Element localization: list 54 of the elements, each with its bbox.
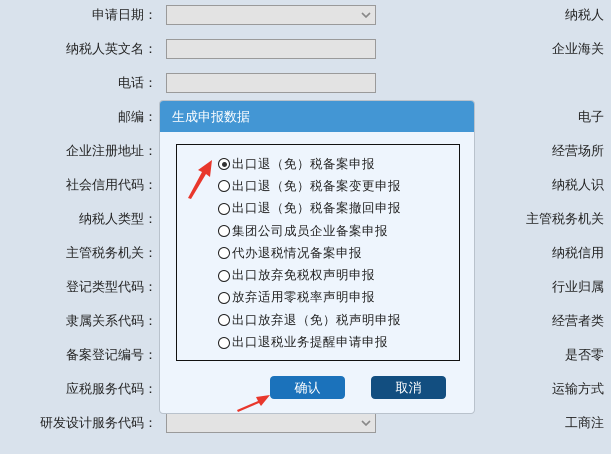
field-label: 登记类型代码： xyxy=(65,279,157,296)
radio-option[interactable]: 出口退（免）税备案申报 xyxy=(218,153,459,176)
field-label: 企业注册地址： xyxy=(65,143,157,160)
dropdown-field[interactable] xyxy=(166,5,376,25)
field-label: 隶属关系代码： xyxy=(65,313,157,330)
field-label: 运输方式 xyxy=(552,381,604,398)
input-field[interactable] xyxy=(166,39,376,59)
field-label: 主管税务机关： xyxy=(65,245,157,262)
radio-button[interactable] xyxy=(218,180,230,192)
field-label: 行业归属 xyxy=(552,279,604,296)
radio-option[interactable]: 集团公司成员企业备案申报 xyxy=(218,220,459,242)
radio-button[interactable] xyxy=(218,292,230,304)
radio-option[interactable]: 出口放弃免税权声明申报 xyxy=(218,264,459,287)
input-field[interactable] xyxy=(166,73,376,93)
pointer-arrow-icon xyxy=(236,392,272,412)
radio-option[interactable]: 放弃适用零税率声明申报 xyxy=(218,286,459,310)
radio-option[interactable]: 代办退税情况备案申报 xyxy=(218,242,459,264)
radio-button[interactable] xyxy=(218,202,230,215)
field-label: 备案登记编号： xyxy=(65,347,157,364)
field-label: 经营场所 xyxy=(552,143,604,160)
radio-button[interactable] xyxy=(218,314,230,326)
field-label: 工商注 xyxy=(565,415,604,432)
field-label: 研发设计服务代码： xyxy=(39,415,157,432)
field-label: 社会信用代码： xyxy=(65,177,157,194)
field-label: 纳税人 xyxy=(565,7,604,24)
radio-button[interactable] xyxy=(218,270,230,282)
field-label: 纳税信用 xyxy=(552,245,604,262)
cancel-button[interactable]: 取消 xyxy=(371,376,446,399)
field-label: 电子 xyxy=(578,109,604,126)
dropdown-field[interactable] xyxy=(166,413,376,433)
field-label: 申请日期： xyxy=(91,7,157,24)
field-label: 应税服务代码： xyxy=(65,381,157,398)
field-label: 是否零 xyxy=(565,347,604,364)
radio-option[interactable]: 出口退（免）税备案撤回申报 xyxy=(218,198,459,220)
pointer-arrow-icon xyxy=(186,158,214,200)
field-label: 电话： xyxy=(117,75,157,92)
radio-button[interactable] xyxy=(218,225,230,238)
dialog-title: 生成申报数据 xyxy=(160,101,474,132)
field-label: 纳税人类型： xyxy=(78,211,157,228)
field-label: 经营者类 xyxy=(552,313,604,330)
radio-option[interactable]: 出口放弃退（免）税声明申报 xyxy=(218,309,459,332)
radio-option[interactable]: 出口退税业务提醒申请申报 xyxy=(218,331,459,354)
field-label: 邮编： xyxy=(117,109,157,126)
radio-option[interactable]: 出口退（免）税备案变更申报 xyxy=(218,175,459,198)
radio-button[interactable] xyxy=(218,336,230,349)
chevron-down-icon xyxy=(361,420,371,426)
radio-button[interactable] xyxy=(218,247,230,260)
confirm-button[interactable]: 确认 xyxy=(270,376,345,399)
radio-button[interactable] xyxy=(218,158,230,170)
field-label: 纳税人英文名： xyxy=(65,41,157,58)
field-label: 纳税人识 xyxy=(552,177,604,194)
field-label: 主管税务机关 xyxy=(526,211,604,228)
field-label: 企业海关 xyxy=(552,41,604,58)
chevron-down-icon xyxy=(361,12,371,18)
